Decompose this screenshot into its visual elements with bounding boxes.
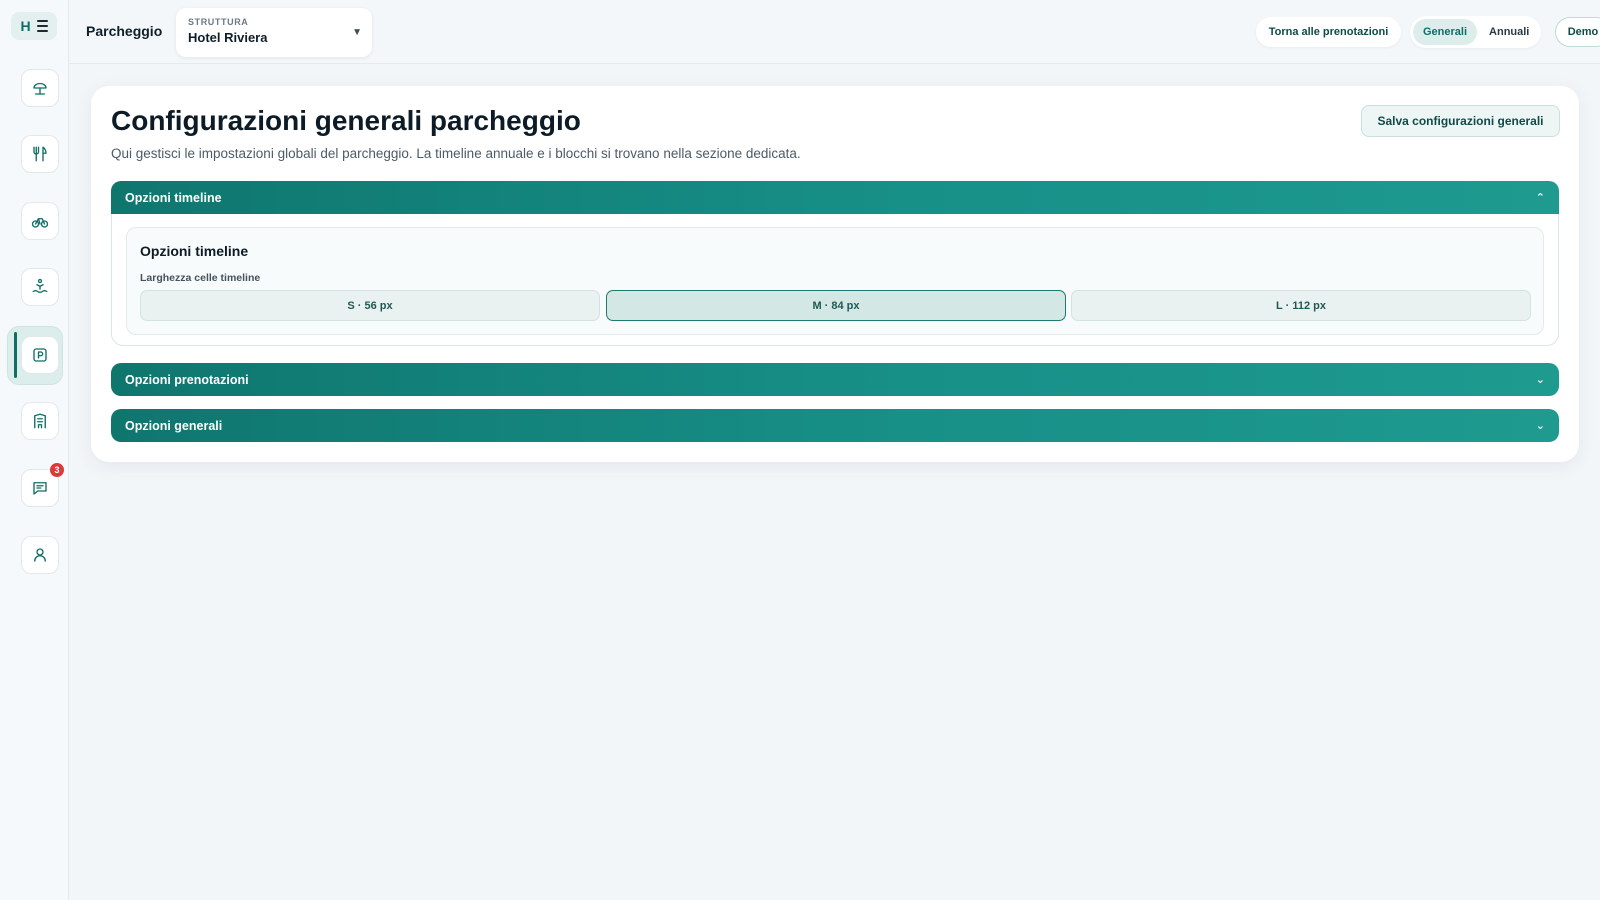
parking-icon bbox=[33, 348, 47, 362]
cell-width-label: Larghezza celle timeline bbox=[140, 272, 261, 284]
page-subtitle: Qui gestisci le impostazioni globali del… bbox=[111, 146, 801, 161]
chevron-down-icon: ⌄ bbox=[1535, 420, 1545, 432]
bike-icon bbox=[31, 218, 49, 228]
accordion-title: Opzioni generali bbox=[125, 418, 223, 433]
chat-icon bbox=[33, 482, 47, 495]
segment-annuali[interactable]: Annuali bbox=[1479, 19, 1539, 45]
page-title: Configurazioni generali parcheggio bbox=[111, 105, 581, 136]
demo-button[interactable]: Demo bbox=[1555, 17, 1600, 47]
sidebar-item-bike[interactable] bbox=[21, 202, 59, 240]
sidebar-item-messages[interactable]: 3 bbox=[21, 463, 64, 507]
main-card: Configurazioni generali parcheggio Qui g… bbox=[91, 86, 1579, 462]
accordion-title: Opzioni prenotazioni bbox=[125, 372, 249, 387]
accordion-title: Opzioni timeline bbox=[125, 190, 222, 205]
struttura-caption: STRUTTURA bbox=[188, 17, 249, 27]
sidebar-item-parking[interactable] bbox=[21, 336, 59, 374]
cell-width-option-s[interactable]: S · 56 px bbox=[140, 290, 600, 321]
panel-title: Opzioni timeline bbox=[140, 243, 249, 259]
sidebar-item-restaurant[interactable] bbox=[21, 135, 59, 173]
chevron-up-icon: ⌃ bbox=[1535, 192, 1545, 204]
sidebar-item-pool[interactable] bbox=[21, 268, 59, 306]
save-general-config-button[interactable]: Salva configurazioni generali bbox=[1361, 105, 1560, 137]
segment-generali[interactable]: Generali bbox=[1413, 19, 1478, 45]
page-label: Parcheggio bbox=[86, 23, 163, 39]
accordion-header-generali[interactable]: Opzioni generali ⌄ bbox=[111, 409, 1559, 442]
struttura-value: Hotel Riviera bbox=[188, 30, 268, 45]
logo-letter: H bbox=[20, 18, 31, 34]
back-to-bookings-button[interactable]: Torna alle prenotazioni bbox=[1256, 17, 1401, 47]
chevron-down-icon: ⌄ bbox=[1535, 374, 1545, 386]
accordion-header-timeline[interactable]: Opzioni timeline ⌃ bbox=[111, 181, 1559, 214]
timeline-options-panel: Opzioni timeline Larghezza celle timelin… bbox=[126, 227, 1544, 335]
accordion-header-prenotazioni[interactable]: Opzioni prenotazioni ⌄ bbox=[111, 363, 1559, 396]
notification-badge: 3 bbox=[50, 463, 64, 477]
view-segment-control: Generali Annuali bbox=[1410, 16, 1541, 48]
sidebar-item-hotel[interactable] bbox=[21, 402, 59, 440]
accordion-timeline: Opzioni timeline ⌃ Opzioni timeline Larg… bbox=[111, 181, 1559, 346]
restaurant-icon bbox=[33, 146, 47, 162]
hotel-icon bbox=[34, 413, 46, 429]
struttura-select[interactable]: STRUTTURA Hotel Riviera ▼ bbox=[176, 8, 372, 57]
hamburger-icon bbox=[36, 20, 48, 32]
menu-toggle-button[interactable]: H bbox=[11, 12, 57, 40]
beach-icon bbox=[33, 82, 47, 95]
dropdown-arrow-icon: ▼ bbox=[352, 27, 362, 38]
sidebar: H 3 bbox=[0, 0, 69, 900]
cell-width-option-l[interactable]: L · 112 px bbox=[1071, 290, 1531, 321]
sidebar-item-profile[interactable] bbox=[21, 536, 59, 574]
sidebar-item-beach[interactable] bbox=[21, 69, 59, 107]
pool-icon bbox=[32, 278, 48, 294]
user-icon bbox=[34, 548, 46, 562]
sidebar-active-indicator bbox=[14, 332, 17, 378]
top-bar: Parcheggio STRUTTURA Hotel Riviera ▼ Tor… bbox=[69, 0, 1600, 64]
cell-width-option-m[interactable]: M · 84 px bbox=[606, 290, 1066, 321]
